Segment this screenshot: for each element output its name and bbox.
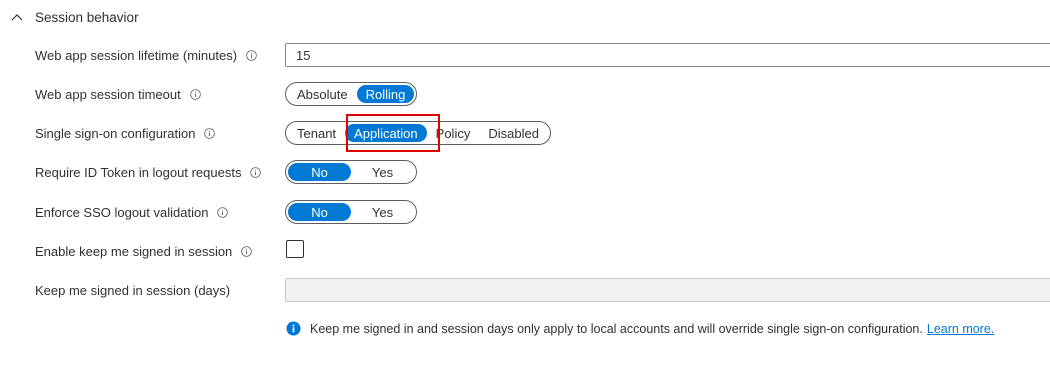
info-filled-icon: [286, 321, 301, 336]
keep-signed-in-label: Enable keep me signed in session: [35, 243, 233, 259]
row-session-timeout: Web app session timeout: [35, 81, 201, 107]
info-icon[interactable]: [217, 206, 229, 218]
sso-configuration-label: Single sign-on configuration: [35, 125, 196, 141]
row-keep-signed-in: Enable keep me signed in session: [35, 238, 253, 264]
session-lifetime-label: Web app session lifetime (minutes): [35, 47, 238, 63]
row-keep-signed-in-days: Keep me signed in session (days): [35, 277, 230, 303]
keep-signed-in-days-label: Keep me signed in session (days): [35, 282, 231, 298]
keep-signed-in-days-input[interactable]: [285, 278, 1050, 302]
id-token-option-no[interactable]: No: [288, 163, 351, 181]
id-token-option-yes[interactable]: Yes: [351, 163, 414, 181]
section-header-session-behavior[interactable]: Session behavior: [10, 8, 139, 26]
sso-option-tenant[interactable]: Tenant: [288, 124, 345, 142]
info-note-text: Keep me signed in and session days only …: [310, 321, 923, 336]
timeout-option-rolling[interactable]: Rolling: [356, 85, 415, 103]
row-session-lifetime: Web app session lifetime (minutes): [35, 42, 257, 68]
learn-more-link[interactable]: Learn more.: [927, 322, 994, 336]
require-id-token-label: Require ID Token in logout requests: [35, 164, 242, 180]
info-icon[interactable]: [246, 49, 257, 61]
highlight-box: [346, 114, 440, 152]
info-note: Keep me signed in and session days only …: [286, 321, 994, 336]
session-timeout-label: Web app session timeout: [35, 86, 181, 102]
info-icon[interactable]: [189, 88, 201, 100]
row-sso-logout-validation: Enforce SSO logout validation: [35, 199, 229, 225]
info-icon[interactable]: [204, 127, 216, 139]
info-icon[interactable]: [241, 245, 253, 257]
timeout-option-absolute[interactable]: Absolute: [288, 85, 357, 103]
section-title: Session behavior: [35, 9, 139, 25]
chevron-up-icon[interactable]: [10, 10, 24, 24]
sso-logout-validation-label: Enforce SSO logout validation: [35, 204, 209, 220]
sso-logout-validation-toggle[interactable]: No Yes: [285, 200, 417, 224]
keep-signed-in-checkbox[interactable]: [286, 240, 304, 258]
row-require-id-token: Require ID Token in logout requests: [35, 159, 262, 185]
session-timeout-toggle[interactable]: Absolute Rolling: [285, 82, 418, 106]
sso-option-disabled[interactable]: Disabled: [479, 124, 548, 142]
row-sso-configuration: Single sign-on configuration: [35, 120, 216, 146]
require-id-token-toggle[interactable]: No Yes: [285, 160, 417, 184]
info-icon[interactable]: [250, 166, 262, 178]
session-lifetime-input[interactable]: 15: [285, 43, 1050, 67]
sso-logout-option-yes[interactable]: Yes: [351, 203, 414, 221]
sso-logout-option-no[interactable]: No: [288, 203, 351, 221]
